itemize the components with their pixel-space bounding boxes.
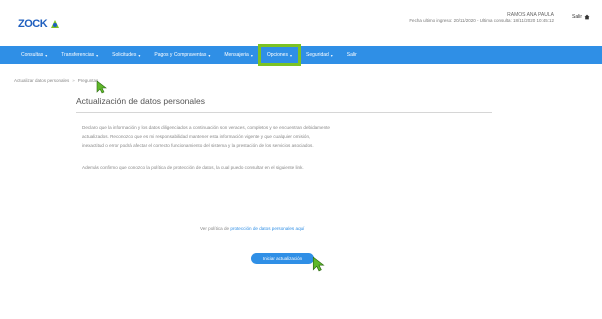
breadcrumb-current[interactable]: Actualizar datos personales bbox=[14, 78, 69, 83]
logo[interactable]: ZOCK bbox=[18, 17, 61, 31]
user-info: RAMOS ANA PAULA Fecha ultimo ingreso: 20… bbox=[409, 12, 554, 24]
chevron-down-icon: ▾ bbox=[138, 52, 141, 58]
policy-statement: Además confirmo que conozco la política … bbox=[82, 165, 304, 170]
logo-mark-icon bbox=[51, 20, 60, 28]
nav-item-transferencias[interactable]: Transferencias ▾ bbox=[54, 46, 105, 64]
nav-label: Transferencias bbox=[61, 52, 95, 58]
chevron-down-icon: ▾ bbox=[250, 52, 253, 58]
declaration-line: Declaro que la información y los datos d… bbox=[82, 125, 330, 130]
start-update-button[interactable]: Iniciar actualización bbox=[251, 253, 314, 264]
nav-item-pagos[interactable]: Pagos y Compraventas ▾ bbox=[147, 46, 217, 64]
nav-item-salir[interactable]: Salir bbox=[340, 46, 364, 64]
chevron-down-icon: ▾ bbox=[96, 52, 99, 58]
chevron-down-icon: ▾ bbox=[330, 52, 333, 58]
header: ZOCK RAMOS ANA PAULA Fecha ultimo ingres… bbox=[0, 0, 602, 44]
declaration-text: Declaro que la información y los datos d… bbox=[82, 123, 482, 150]
declaration-line: inexactitud o error podrá afectar el cor… bbox=[82, 143, 314, 148]
nav-item-mensajeria[interactable]: Mensajeria ▾ bbox=[217, 46, 259, 64]
mouse-cursor-icon bbox=[312, 256, 325, 272]
nav-item-opciones[interactable]: Opciones ▾ bbox=[257, 44, 301, 66]
exit-link[interactable]: Salir bbox=[572, 14, 590, 20]
content-card: Actualización de datos personales Declar… bbox=[76, 96, 492, 172]
chevron-down-icon: ▾ bbox=[289, 52, 292, 58]
policy-link[interactable]: protección de datos personales aquí bbox=[230, 226, 304, 231]
nav-label: Consultas bbox=[21, 52, 44, 58]
breadcrumb: Actualizar datos personales » Preguntas bbox=[14, 78, 98, 83]
exit-label: Salir bbox=[571, 14, 582, 20]
main-nav: Consultas ▾ Transferencias ▾ Solicitudes ▾ … bbox=[0, 44, 602, 66]
chevron-down-icon: ▾ bbox=[45, 52, 48, 58]
mouse-cursor-icon bbox=[96, 80, 107, 94]
policy-prefix: Ver política de bbox=[200, 226, 231, 231]
nav-label: Salir bbox=[346, 52, 357, 58]
nav-label: Pagos y Compraventas bbox=[154, 52, 207, 58]
home-icon bbox=[584, 14, 590, 20]
user-last-login: Fecha ultimo ingreso: 20/11/2020 - Ultim… bbox=[409, 18, 554, 23]
nav-label: Mensajeria bbox=[224, 52, 249, 58]
logo-text: ZOCK bbox=[18, 18, 48, 30]
breadcrumb-separator: » bbox=[72, 78, 75, 83]
nav-label: Opciones bbox=[266, 52, 288, 58]
page-title: Actualización de datos personales bbox=[76, 96, 492, 113]
nav-label: Solicitudes bbox=[112, 52, 137, 58]
policy-link-row: Ver política de protección de datos pers… bbox=[200, 226, 304, 231]
chevron-down-icon: ▾ bbox=[208, 52, 211, 58]
page: ZOCK RAMOS ANA PAULA Fecha ultimo ingres… bbox=[0, 0, 602, 319]
declaration-line: actualizados. Reconozco que es mi respon… bbox=[82, 134, 311, 139]
nav-item-solicitudes[interactable]: Solicitudes ▾ bbox=[105, 46, 147, 64]
nav-label: Seguridad bbox=[305, 52, 329, 58]
nav-item-consultas[interactable]: Consultas ▾ bbox=[14, 46, 54, 64]
nav-item-seguridad[interactable]: Seguridad ▾ bbox=[299, 46, 340, 64]
